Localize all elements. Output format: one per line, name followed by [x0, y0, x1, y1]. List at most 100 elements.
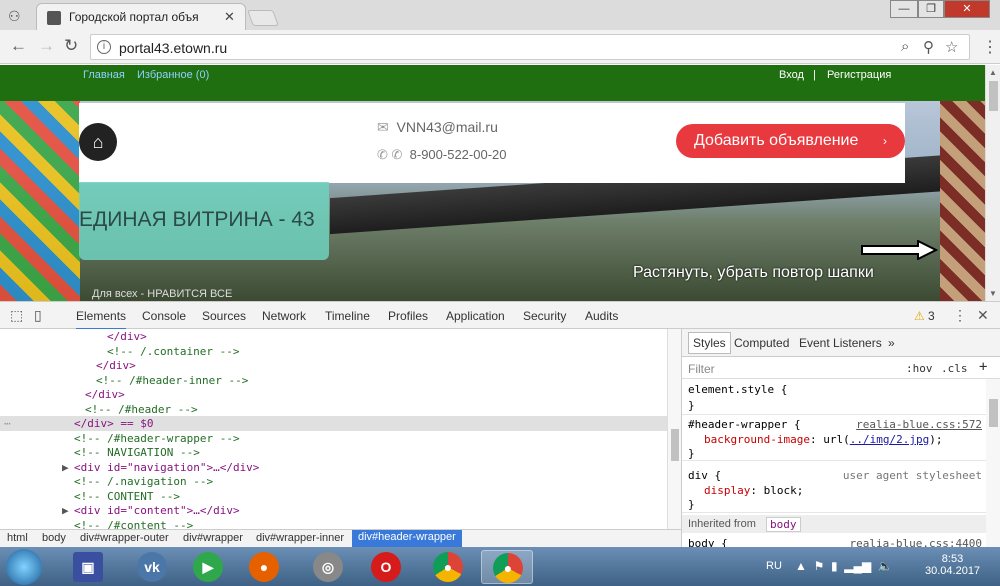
- taskbar-chrome-active[interactable]: ●: [481, 550, 533, 584]
- elements-scrollbar[interactable]: [667, 329, 681, 529]
- dom-line[interactable]: <!-- /#header-wrapper -->: [0, 431, 667, 446]
- dom-line[interactable]: <!-- /.navigation -->: [0, 474, 667, 489]
- inspect-element-icon[interactable]: ⬚: [10, 307, 23, 324]
- volume-icon[interactable]: 🔈: [878, 559, 893, 573]
- page-scroll-thumb[interactable]: [989, 81, 998, 111]
- browser-tab[interactable]: Городской портал объя ✕: [36, 3, 246, 30]
- styles-scrollbar[interactable]: [986, 379, 1000, 547]
- nav-home-link[interactable]: Главная: [83, 69, 125, 81]
- tab-profiles[interactable]: Profiles: [388, 309, 428, 323]
- login-link[interactable]: Вход: [779, 69, 804, 81]
- tab-sources[interactable]: Sources: [202, 309, 246, 323]
- register-link[interactable]: Регистрация: [827, 69, 891, 81]
- browser-menu-icon[interactable]: ⋮: [982, 37, 998, 57]
- home-logo-icon[interactable]: ⌂: [79, 123, 117, 161]
- url-text[interactable]: portal43.etown.ru: [119, 40, 227, 56]
- breadcrumb-item[interactable]: div#wrapper-outer: [80, 532, 169, 544]
- elements-scroll-thumb[interactable]: [671, 429, 679, 461]
- address-bar[interactable]: i portal43.etown.ru ⌕ ⚲ ☆: [90, 34, 970, 60]
- rule-body[interactable]: body { realia-blue.css:4400: [682, 535, 986, 547]
- hov-toggle[interactable]: :hov: [906, 362, 933, 375]
- breadcrumb-item[interactable]: html: [7, 532, 28, 544]
- language-indicator[interactable]: RU: [766, 560, 782, 572]
- dom-line[interactable]: ▶ <div id="navigation">…</div>: [0, 460, 667, 475]
- dom-line[interactable]: <!-- /#content -->: [0, 518, 667, 530]
- taskbar-save-app[interactable]: ▣: [62, 550, 114, 584]
- image-url-link[interactable]: ../img/2.jpg: [850, 433, 929, 446]
- scroll-up-icon[interactable]: ▲: [989, 68, 997, 77]
- reload-icon[interactable]: ↻: [64, 36, 78, 56]
- tab-console[interactable]: Console: [142, 309, 186, 323]
- more-tabs-icon[interactable]: »: [888, 336, 895, 350]
- info-icon[interactable]: i: [97, 40, 111, 54]
- tab-close-icon[interactable]: ✕: [224, 9, 235, 25]
- expand-triangle-icon[interactable]: ▶: [62, 504, 69, 517]
- rule-div-user-agent[interactable]: div { user agent stylesheet display: blo…: [682, 465, 986, 513]
- forward-icon[interactable]: →: [38, 36, 55, 56]
- tab-event-listeners[interactable]: Event Listeners: [799, 336, 882, 350]
- tab-application[interactable]: Application: [446, 309, 505, 323]
- tray-icons[interactable]: ▲ ⚑ ▮ ▂▄▆ 🔈: [795, 559, 893, 573]
- warning-icon[interactable]: ⚠: [914, 309, 925, 323]
- new-rule-button[interactable]: +: [979, 359, 987, 375]
- tab-security[interactable]: Security: [523, 309, 566, 323]
- scroll-down-icon[interactable]: ▼: [989, 289, 997, 298]
- expand-triangle-icon[interactable]: ▶: [62, 461, 69, 474]
- elements-dom-tree[interactable]: </div> <!-- /.container --> </div> <!-- …: [0, 329, 667, 529]
- device-toolbar-icon[interactable]: ▯: [34, 307, 42, 324]
- taskbar-vk[interactable]: vk: [126, 550, 178, 584]
- page-scrollbar[interactable]: ▲ ▼: [985, 65, 1000, 301]
- new-tab-button[interactable]: [247, 10, 279, 26]
- dom-line[interactable]: <!-- /.container -->: [0, 344, 667, 359]
- start-button[interactable]: [6, 549, 42, 585]
- dom-line[interactable]: <!-- /#header-inner -->: [0, 373, 667, 388]
- devtools-menu-icon[interactable]: ⋮: [953, 307, 967, 324]
- maximize-button[interactable]: ❐: [918, 0, 944, 18]
- inherited-element-link[interactable]: body: [766, 517, 801, 532]
- add-listing-button[interactable]: Добавить объявление ›: [676, 124, 905, 158]
- tab-network[interactable]: Network: [262, 309, 306, 323]
- show-hidden-icon[interactable]: ▲: [795, 559, 807, 573]
- dom-line[interactable]: <!-- CONTENT -->: [0, 489, 667, 504]
- breadcrumb-item[interactable]: div#wrapper: [183, 532, 243, 544]
- styles-filter[interactable]: Filter :hov .cls +: [682, 357, 1000, 379]
- signal-icon[interactable]: ▂▄▆: [844, 559, 871, 573]
- breadcrumb-item-current[interactable]: div#header-wrapper: [352, 530, 462, 547]
- tab-audits[interactable]: Audits: [585, 309, 618, 323]
- extension-icon[interactable]: ⚲: [923, 38, 934, 56]
- taskbar-chrome[interactable]: ●: [422, 550, 474, 584]
- cls-toggle[interactable]: .cls: [941, 362, 968, 375]
- tab-styles[interactable]: Styles: [688, 332, 731, 354]
- breadcrumb-item[interactable]: body: [42, 532, 66, 544]
- minimize-button[interactable]: —: [890, 0, 918, 18]
- taskbar-dvd[interactable]: ◎: [302, 550, 354, 584]
- breadcrumb-item[interactable]: div#wrapper-inner: [256, 532, 344, 544]
- filter-input[interactable]: Filter: [688, 362, 715, 376]
- tab-computed[interactable]: Computed: [734, 336, 789, 350]
- network-icon[interactable]: ⚑: [814, 559, 825, 573]
- source-link[interactable]: realia-blue.css:572: [856, 418, 982, 431]
- system-clock[interactable]: 8:53 30.04.2017: [925, 553, 980, 577]
- bookmark-star-icon[interactable]: ☆: [945, 38, 958, 56]
- devtools-close-icon[interactable]: ✕: [977, 307, 989, 324]
- rule-header-wrapper[interactable]: #header-wrapper { realia-blue.css:572 ba…: [682, 415, 986, 461]
- source-link[interactable]: realia-blue.css:4400: [850, 537, 982, 547]
- taskbar-player[interactable]: ▶: [182, 550, 234, 584]
- close-window-button[interactable]: ✕: [944, 0, 990, 18]
- dom-line[interactable]: </div>: [0, 387, 667, 402]
- dom-line[interactable]: ▶ <div id="content">…</div>: [0, 503, 667, 518]
- nav-favorites-link[interactable]: Избранное (0): [137, 69, 209, 81]
- dom-line[interactable]: <!-- NAVIGATION -->: [0, 445, 667, 460]
- dom-line[interactable]: <!-- /#header -->: [0, 402, 667, 417]
- styles-scroll-thumb[interactable]: [989, 399, 998, 427]
- taskbar-firefox[interactable]: ●: [238, 550, 290, 584]
- back-icon[interactable]: ←: [10, 36, 27, 56]
- zoom-icon[interactable]: ⌕: [901, 38, 909, 55]
- battery-icon[interactable]: ▮: [831, 559, 838, 573]
- dom-line[interactable]: </div>: [0, 358, 667, 373]
- tab-elements[interactable]: Elements: [76, 309, 127, 330]
- dom-line-selected[interactable]: ⋯ </div> == $0: [0, 416, 667, 431]
- dom-line[interactable]: </div>: [0, 329, 667, 344]
- tab-timeline[interactable]: Timeline: [325, 309, 370, 323]
- rule-element-style[interactable]: element.style { }: [682, 379, 986, 415]
